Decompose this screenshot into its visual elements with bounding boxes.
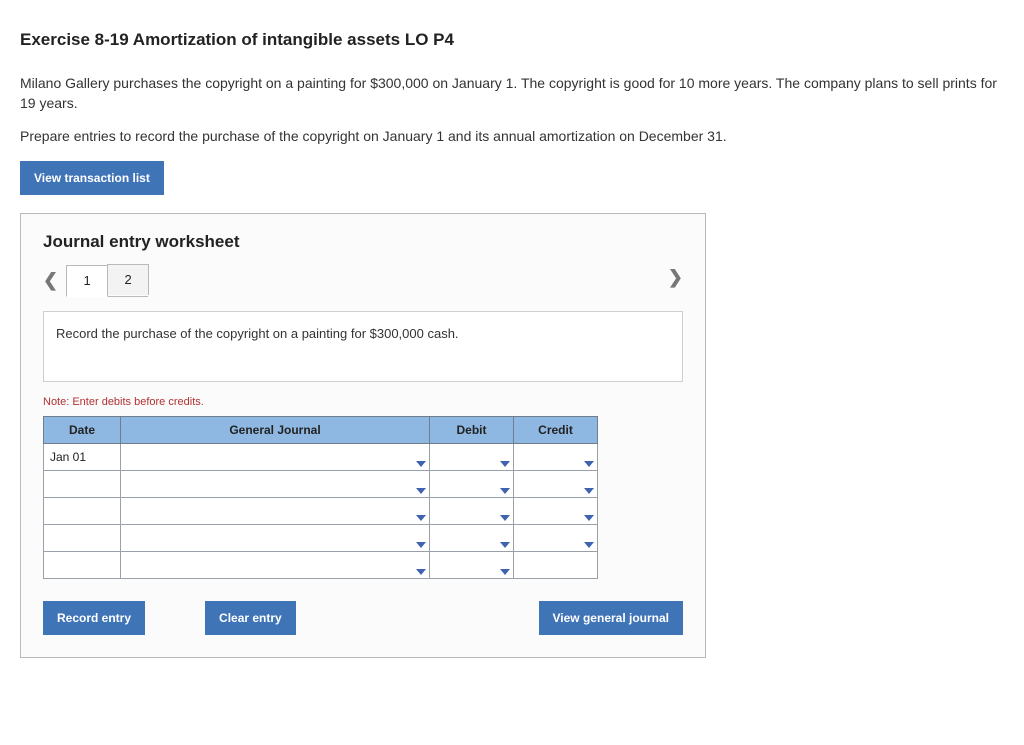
credit-cell[interactable] bbox=[514, 497, 598, 524]
problem-paragraph-2: Prepare entries to record the purchase o… bbox=[20, 127, 1004, 147]
date-cell[interactable] bbox=[44, 497, 121, 524]
col-header-date: Date bbox=[44, 416, 121, 443]
general-journal-cell[interactable] bbox=[121, 443, 430, 470]
credit-cell[interactable] bbox=[514, 551, 598, 578]
tab-2[interactable]: 2 bbox=[107, 264, 149, 295]
journal-entry-worksheet: Journal entry worksheet ❮ 1 2 ❯ Record t… bbox=[20, 213, 706, 658]
chevron-left-icon[interactable]: ❮ bbox=[43, 270, 66, 297]
debit-cell[interactable] bbox=[430, 470, 514, 497]
debit-cell[interactable] bbox=[430, 443, 514, 470]
table-row bbox=[44, 524, 598, 551]
date-cell[interactable] bbox=[44, 524, 121, 551]
col-header-general: General Journal bbox=[121, 416, 430, 443]
general-journal-cell[interactable] bbox=[121, 524, 430, 551]
general-journal-cell[interactable] bbox=[121, 470, 430, 497]
general-journal-cell[interactable] bbox=[121, 497, 430, 524]
general-journal-cell[interactable] bbox=[121, 551, 430, 578]
chevron-right-icon[interactable]: ❯ bbox=[660, 267, 683, 294]
journal-table: Date General Journal Debit Credit Jan 01 bbox=[43, 416, 598, 579]
col-header-credit: Credit bbox=[514, 416, 598, 443]
date-cell[interactable] bbox=[44, 551, 121, 578]
table-row bbox=[44, 551, 598, 578]
entry-prompt: Record the purchase of the copyright on … bbox=[43, 311, 683, 382]
problem-paragraph-1: Milano Gallery purchases the copyright o… bbox=[20, 74, 1004, 113]
date-cell[interactable]: Jan 01 bbox=[44, 443, 121, 470]
debit-cell[interactable] bbox=[430, 524, 514, 551]
view-transaction-list-button[interactable]: View transaction list bbox=[20, 161, 164, 195]
worksheet-title: Journal entry worksheet bbox=[43, 232, 683, 252]
credit-cell[interactable] bbox=[514, 443, 598, 470]
date-cell[interactable] bbox=[44, 470, 121, 497]
tab-1[interactable]: 1 bbox=[66, 265, 108, 297]
credit-cell[interactable] bbox=[514, 524, 598, 551]
clear-entry-button[interactable]: Clear entry bbox=[205, 601, 296, 635]
col-header-debit: Debit bbox=[430, 416, 514, 443]
debit-cell[interactable] bbox=[430, 497, 514, 524]
table-row: Jan 01 bbox=[44, 443, 598, 470]
exercise-title: Exercise 8-19 Amortization of intangible… bbox=[20, 30, 1004, 50]
credit-cell[interactable] bbox=[514, 470, 598, 497]
table-row bbox=[44, 497, 598, 524]
view-general-journal-button[interactable]: View general journal bbox=[539, 601, 683, 635]
debit-credit-note: Note: Enter debits before credits. bbox=[43, 396, 683, 408]
record-entry-button[interactable]: Record entry bbox=[43, 601, 145, 635]
debit-cell[interactable] bbox=[430, 551, 514, 578]
table-row bbox=[44, 470, 598, 497]
entry-tabs: 1 2 bbox=[66, 264, 148, 297]
